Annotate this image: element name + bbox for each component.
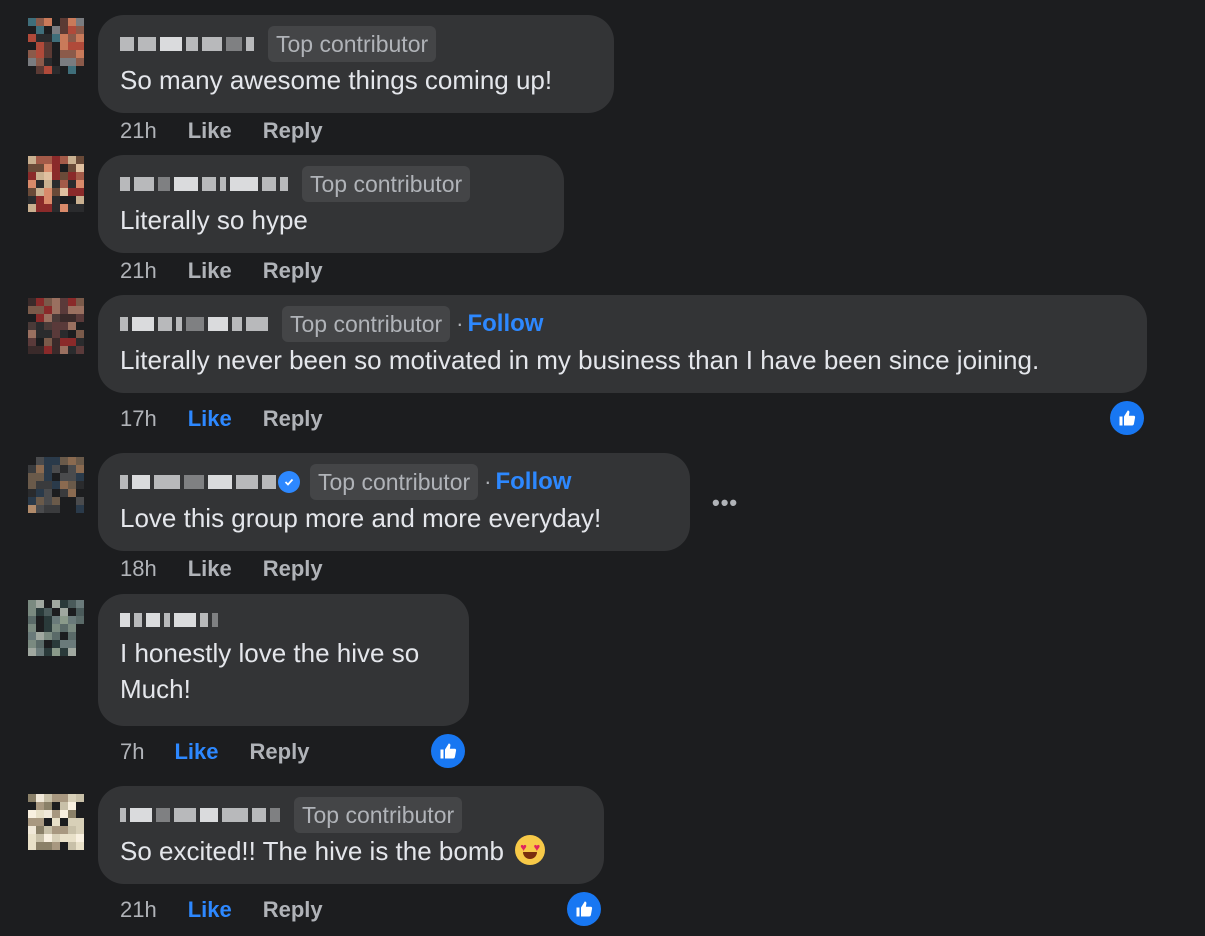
separator-dot: · bbox=[484, 469, 492, 494]
comment-actions: 21h Like Reply bbox=[120, 118, 354, 144]
comment-header: Top contributor bbox=[120, 166, 542, 202]
follow-button[interactable]: Follow bbox=[467, 310, 543, 338]
top-contributor-badge: Top contributor bbox=[302, 166, 471, 202]
top-contributor-badge: Top contributor bbox=[268, 26, 437, 62]
reply-button[interactable]: Reply bbox=[263, 406, 323, 432]
thumbs-up-reaction-icon[interactable] bbox=[1110, 401, 1144, 435]
comment-timestamp[interactable]: 18h bbox=[120, 556, 157, 582]
author-name-redacted[interactable] bbox=[120, 610, 218, 630]
more-options-icon[interactable]: ••• bbox=[712, 490, 738, 516]
like-button[interactable]: Like bbox=[188, 406, 232, 432]
avatar[interactable] bbox=[28, 457, 84, 513]
like-button[interactable]: Like bbox=[188, 258, 232, 284]
comment-text-content: So excited!! The hive is the bomb bbox=[120, 836, 504, 866]
comment-actions: 18h Like Reply bbox=[120, 556, 354, 582]
separator-dot: · bbox=[456, 311, 464, 336]
reply-button[interactable]: Reply bbox=[263, 258, 323, 284]
comment-bubble: I honestly love the hive so Much! bbox=[98, 594, 469, 726]
comment-header bbox=[120, 605, 447, 635]
top-contributor-badge: Top contributor bbox=[282, 306, 451, 342]
comment-header: Top contributor bbox=[120, 26, 592, 62]
comment-timestamp[interactable]: 7h bbox=[120, 739, 144, 765]
comment-actions: 21h Like Reply bbox=[120, 258, 354, 284]
reply-button[interactable]: Reply bbox=[250, 739, 310, 765]
comment-bubble: Top contributor Literally so hype bbox=[98, 155, 564, 253]
verified-badge-icon bbox=[278, 471, 300, 493]
comment-actions: 7h Like Reply bbox=[120, 739, 340, 765]
comment-header: Top contributor · Follow bbox=[120, 306, 1125, 342]
follow-button[interactable]: Follow bbox=[495, 468, 571, 496]
avatar[interactable] bbox=[28, 298, 84, 354]
like-button[interactable]: Like bbox=[188, 556, 232, 582]
comment-actions: 21h Like Reply bbox=[120, 897, 354, 923]
comment-text-line: I honestly love the hive so bbox=[120, 638, 420, 668]
comment-text: So many awesome things coming up! bbox=[120, 65, 553, 95]
like-button[interactable]: Like bbox=[174, 739, 218, 765]
comment-bubble: Top contributor · Follow Love this group… bbox=[98, 453, 690, 551]
heart-eyes-emoji-icon: ♥ ♥ bbox=[515, 835, 546, 865]
author-name-redacted[interactable] bbox=[120, 471, 300, 493]
comment-text: Love this group more and more everyday! bbox=[120, 503, 602, 533]
reply-button[interactable]: Reply bbox=[263, 897, 323, 923]
author-name-redacted[interactable] bbox=[120, 34, 254, 54]
avatar[interactable] bbox=[28, 600, 84, 656]
comment-bubble: Top contributor So many awesome things c… bbox=[98, 15, 614, 113]
avatar[interactable] bbox=[28, 18, 84, 74]
like-button[interactable]: Like bbox=[188, 897, 232, 923]
comment-timestamp[interactable]: 21h bbox=[120, 118, 157, 144]
reply-button[interactable]: Reply bbox=[263, 118, 323, 144]
thumbs-up-reaction-icon[interactable] bbox=[567, 892, 601, 926]
author-name-redacted[interactable] bbox=[120, 174, 288, 194]
avatar[interactable] bbox=[28, 156, 84, 212]
comment-bubble: Top contributor · Follow Literally never… bbox=[98, 295, 1147, 393]
comment-timestamp[interactable]: 21h bbox=[120, 258, 157, 284]
top-contributor-badge: Top contributor bbox=[294, 797, 463, 833]
author-name-redacted[interactable] bbox=[120, 805, 280, 825]
comment-actions: 17h Like Reply bbox=[120, 406, 354, 432]
comment-text: Literally so hype bbox=[120, 205, 308, 235]
comment-timestamp[interactable]: 17h bbox=[120, 406, 157, 432]
comment-text: So excited!! The hive is the bomb ♥ ♥ bbox=[120, 833, 582, 869]
avatar[interactable] bbox=[28, 794, 84, 850]
comment-timestamp[interactable]: 21h bbox=[120, 897, 157, 923]
thumbs-up-reaction-icon[interactable] bbox=[431, 734, 465, 768]
comment-bubble: Top contributor So excited!! The hive is… bbox=[98, 786, 604, 884]
like-button[interactable]: Like bbox=[188, 118, 232, 144]
author-name-redacted[interactable] bbox=[120, 314, 268, 334]
comment-text: Literally never been so motivated in my … bbox=[120, 345, 1040, 375]
top-contributor-badge: Top contributor bbox=[310, 464, 479, 500]
comment-header: Top contributor bbox=[120, 797, 582, 833]
comment-text-line: Much! bbox=[120, 674, 191, 704]
reply-button[interactable]: Reply bbox=[263, 556, 323, 582]
comment-header: Top contributor · Follow bbox=[120, 464, 668, 500]
